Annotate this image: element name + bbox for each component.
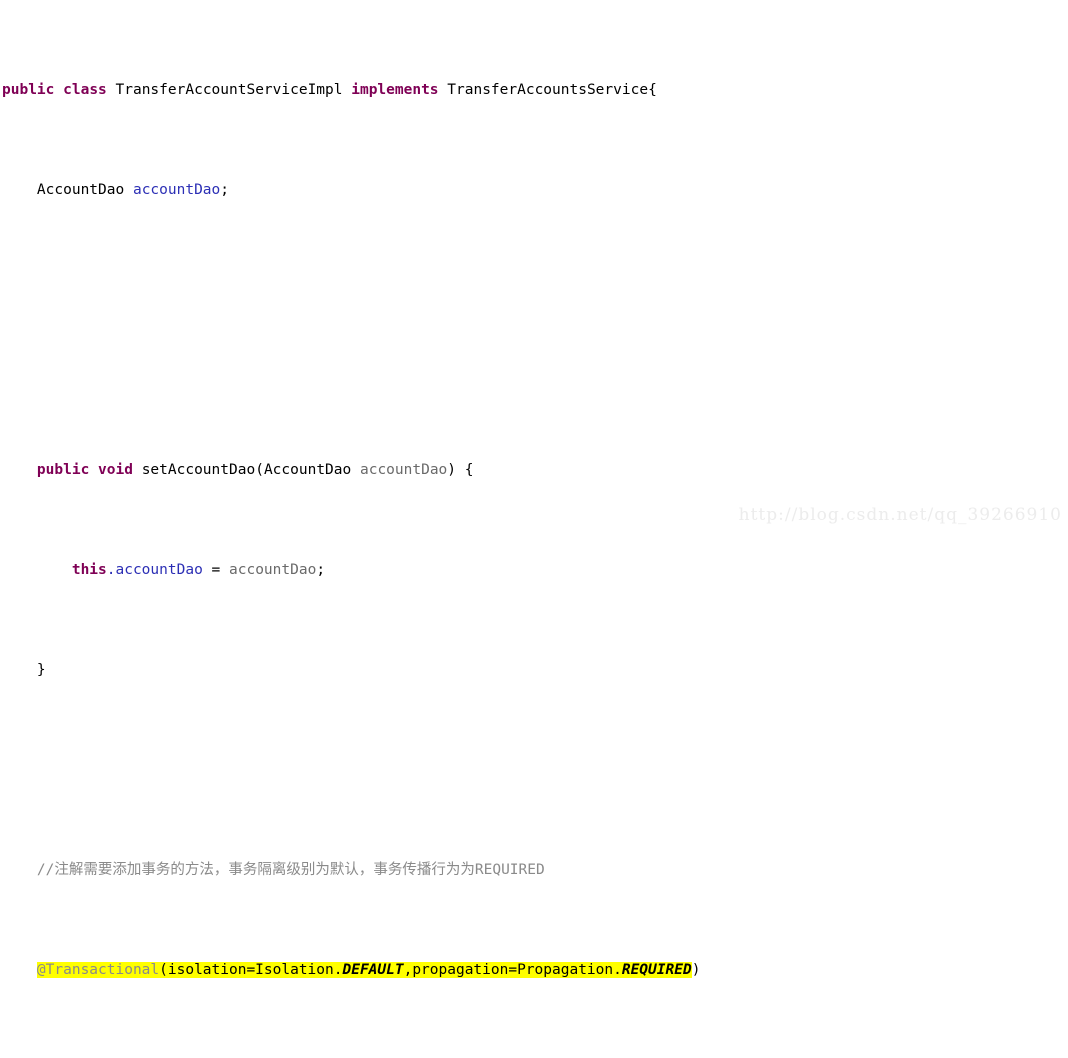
keyword-class: class	[63, 82, 107, 98]
code-line-10[interactable]: @Transactional(isolation=Isolation.DEFAU…	[0, 960, 1068, 980]
field-name: accountDao	[132, 182, 221, 198]
annotation-arg-propagation-value: REQUIRED	[621, 962, 692, 978]
param-type: AccountDao	[263, 462, 352, 478]
class-name: TransferAccountServiceImpl	[115, 82, 343, 98]
watermark-url: http://blog.csdn.net/qq_39266910	[738, 505, 1062, 525]
code-line-4-blank[interactable]	[0, 360, 1068, 380]
paren-open: (	[159, 962, 168, 978]
code-line-6[interactable]: this.accountDao = accountDao;	[0, 560, 1068, 580]
annotation-arg-propagation-key: propagation=Propagation.	[412, 962, 622, 978]
keyword-implements: implements	[351, 82, 439, 98]
keyword-public: public	[2, 82, 55, 98]
highlighted-annotation-1: @Transactional(isolation=Isolation.DEFAU…	[36, 962, 692, 978]
code-editor-viewport[interactable]: public class TransferAccountServiceImpl …	[0, 0, 1068, 978]
code-line-2[interactable]: AccountDao accountDao;	[0, 180, 1068, 200]
code-line-5[interactable]: public void setAccountDao(AccountDao acc…	[0, 460, 1068, 480]
open-brace: {	[464, 462, 474, 478]
paren-close: )	[447, 462, 457, 478]
method-name-setaccountdao: setAccountDao	[141, 462, 256, 478]
paren-close: )	[691, 962, 701, 978]
open-brace: {	[648, 82, 657, 98]
comma: ,	[403, 962, 413, 978]
field-type: AccountDao	[36, 182, 125, 198]
field-reference: .accountDao	[106, 562, 203, 578]
param-reference: accountDao	[229, 562, 317, 578]
code-line-7[interactable]: }	[0, 660, 1068, 680]
code-line-9[interactable]: //注解需要添加事务的方法，事务隔离级别为默认，事务传播行为为REQUIRED	[0, 860, 1068, 880]
annotation-name-transactional: @Transactional	[36, 962, 160, 978]
keyword-this: this	[71, 562, 107, 578]
close-brace: }	[36, 662, 46, 678]
semicolon: ;	[316, 562, 326, 578]
code-content[interactable]: public class TransferAccountServiceImpl …	[0, 0, 1068, 1058]
comment-transactional-note-1: //注解需要添加事务的方法，事务隔离级别为默认，事务传播行为为REQUIRED	[36, 862, 545, 878]
semicolon: ;	[220, 182, 230, 198]
interface-name: TransferAccountsService	[447, 82, 649, 98]
code-line-8-blank[interactable]	[0, 760, 1068, 780]
keyword-void: void	[98, 462, 133, 478]
paren-open: (	[255, 462, 264, 478]
annotation-arg-isolation-key: isolation=Isolation.	[167, 962, 343, 978]
code-line-1[interactable]: public class TransferAccountServiceImpl …	[0, 80, 1068, 100]
code-line-3-blank[interactable]	[0, 280, 1068, 300]
annotation-arg-isolation-value: DEFAULT	[342, 962, 404, 978]
keyword-public: public	[36, 462, 90, 478]
assign-operator: =	[202, 562, 229, 578]
param-name: accountDao	[359, 462, 448, 478]
